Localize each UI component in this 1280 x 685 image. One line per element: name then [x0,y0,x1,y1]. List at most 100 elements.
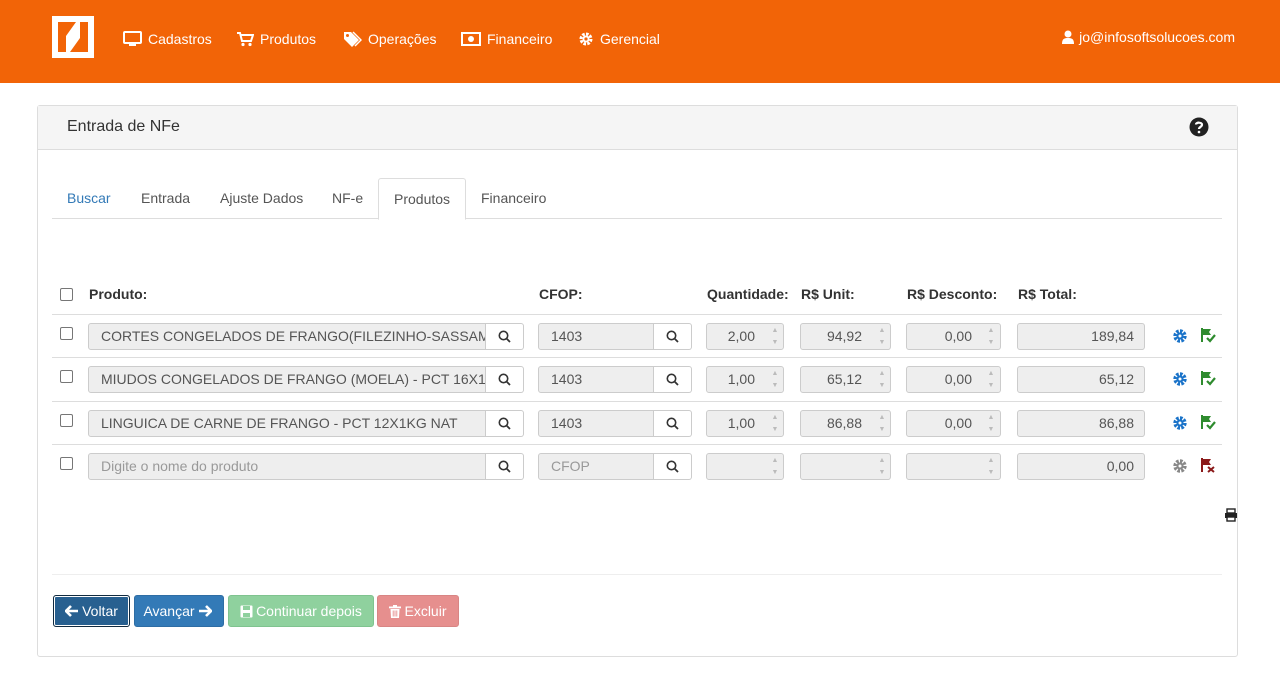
row-checkbox[interactable] [60,370,73,383]
back-button[interactable]: Voltar [53,595,130,627]
print-icon[interactable] [1224,508,1238,522]
produto-search-button[interactable] [486,366,524,393]
continue-later-label: Continuar depois [256,603,362,619]
tab-financeiro[interactable]: Financeiro [466,178,561,219]
nav-financeiro[interactable]: Financeiro [461,29,552,49]
monitor-icon [123,31,142,46]
total-field: 86,88 [1017,410,1145,437]
nav-cadastros[interactable]: Cadastros [123,29,212,49]
cart-icon [237,31,254,46]
panel-header: Entrada de NFe [38,106,1237,150]
desconto-spinner[interactable]: ▲ ▼ [985,324,997,349]
delete-button[interactable]: Excluir [377,595,459,627]
next-button[interactable]: Avançar [134,595,224,627]
back-label: Voltar [82,603,118,619]
quantidade-spinner[interactable]: ▲ ▼ [769,454,781,479]
desconto-spinner[interactable]: ▲ ▼ [985,454,997,479]
help-icon[interactable] [1189,117,1209,137]
search-icon [498,373,511,386]
settings-icon[interactable] [1172,328,1188,344]
nav-label: Gerencial [600,31,660,47]
settings-icon[interactable] [1172,371,1188,387]
nav-operacoes[interactable]: Operações [343,29,436,49]
tab-nfe[interactable]: NF-e [317,178,378,219]
unit-spinner[interactable]: ▲ ▼ [876,454,888,479]
confirm-flag-icon[interactable] [1200,370,1216,386]
row-checkbox[interactable] [60,457,73,470]
nav-gerencial[interactable]: Gerencial [578,29,660,49]
select-all-checkbox[interactable] [60,288,73,301]
produto-search-button[interactable] [486,323,524,350]
new-produto-input[interactable]: Digite o nome do produto [88,453,486,480]
header-cfop: CFOP: [539,286,583,302]
desconto-spinner[interactable]: ▲ ▼ [985,411,997,436]
row-divider [52,314,1222,315]
search-icon [498,417,511,430]
gear-icon [579,32,593,46]
page-title: Entrada de NFe [67,118,180,135]
user-icon [1062,30,1075,44]
cfop-search-button[interactable] [654,410,692,437]
row-checkbox[interactable] [60,327,73,340]
cfop-field[interactable]: 1403 [538,410,654,437]
search-icon [498,330,511,343]
produto-search-button[interactable] [486,453,524,480]
cfop-field[interactable]: 1403 [538,323,654,350]
search-icon [666,417,679,430]
quantidade-spinner[interactable]: ▲ ▼ [769,411,781,436]
header-total: R$ Total: [1018,286,1077,302]
row-checkbox[interactable] [60,414,73,427]
quantidade-spinner[interactable]: ▲ ▼ [769,367,781,392]
search-icon [666,373,679,386]
quantidade-spinner[interactable]: ▲ ▼ [769,324,781,349]
unit-spinner[interactable]: ▲ ▼ [876,411,888,436]
produto-search-button[interactable] [486,410,524,437]
row-divider [52,444,1222,445]
tab-produtos[interactable]: Produtos [378,178,467,220]
row-divider [52,357,1222,358]
tab-bar: Buscar Entrada Ajuste Dados NF-e Produto… [52,178,1222,220]
produto-field[interactable]: MIUDOS CONGELADOS DE FRANGO (MOELA) - PC… [88,366,486,393]
next-label: Avançar [143,603,195,619]
arrow-right-icon [198,605,212,617]
nfe-panel: Entrada de NFe Buscar Entrada Ajuste Dad… [37,105,1238,657]
search-icon [666,460,679,473]
desconto-spinner[interactable]: ▲ ▼ [985,367,997,392]
user-email: jo@infosoftsolucoes.com [1079,29,1235,45]
produto-field[interactable]: LINGUICA DE CARNE DE FRANGO - PCT 12X1KG… [88,410,486,437]
settings-icon[interactable] [1172,415,1188,431]
nav-label: Produtos [260,31,317,47]
cfop-field[interactable]: 1403 [538,366,654,393]
header-unit: R$ Unit: [801,286,855,302]
nav-label: Operações [368,31,437,47]
user-menu[interactable]: jo@infosoftsolucoes.com [1062,29,1235,45]
tab-buscar[interactable]: Buscar [52,178,126,219]
new-cfop-input[interactable]: CFOP [538,453,654,480]
new-total-field: 0,00 [1017,453,1145,480]
cfop-search-button[interactable] [654,323,692,350]
top-navbar: Cadastros Produtos Operações Financeiro … [0,0,1280,83]
settings-icon[interactable] [1172,458,1188,474]
nav-produtos[interactable]: Produtos [237,29,316,49]
cfop-search-button[interactable] [654,366,692,393]
remove-flag-icon[interactable] [1200,457,1216,473]
unit-spinner[interactable]: ▲ ▼ [876,367,888,392]
row-divider [52,401,1222,402]
cfop-search-button[interactable] [654,453,692,480]
tags-icon [344,31,362,47]
continue-later-button[interactable]: Continuar depois [228,595,374,627]
search-icon [666,330,679,343]
money-icon [461,32,481,46]
arrow-left-icon [65,605,79,617]
tab-ajuste-dados[interactable]: Ajuste Dados [205,178,318,219]
tab-entrada[interactable]: Entrada [126,178,205,219]
confirm-flag-icon[interactable] [1200,414,1216,430]
header-desconto: R$ Desconto: [907,286,998,302]
search-icon [498,460,511,473]
produto-field[interactable]: CORTES CONGELADOS DE FRANGO(FILEZINHO-SA… [88,323,486,350]
confirm-flag-icon[interactable] [1200,327,1216,343]
header-quantidade: Quantidade: [707,286,789,302]
brand-logo[interactable] [52,16,94,58]
unit-spinner[interactable]: ▲ ▼ [876,324,888,349]
footer-divider [52,574,1222,575]
